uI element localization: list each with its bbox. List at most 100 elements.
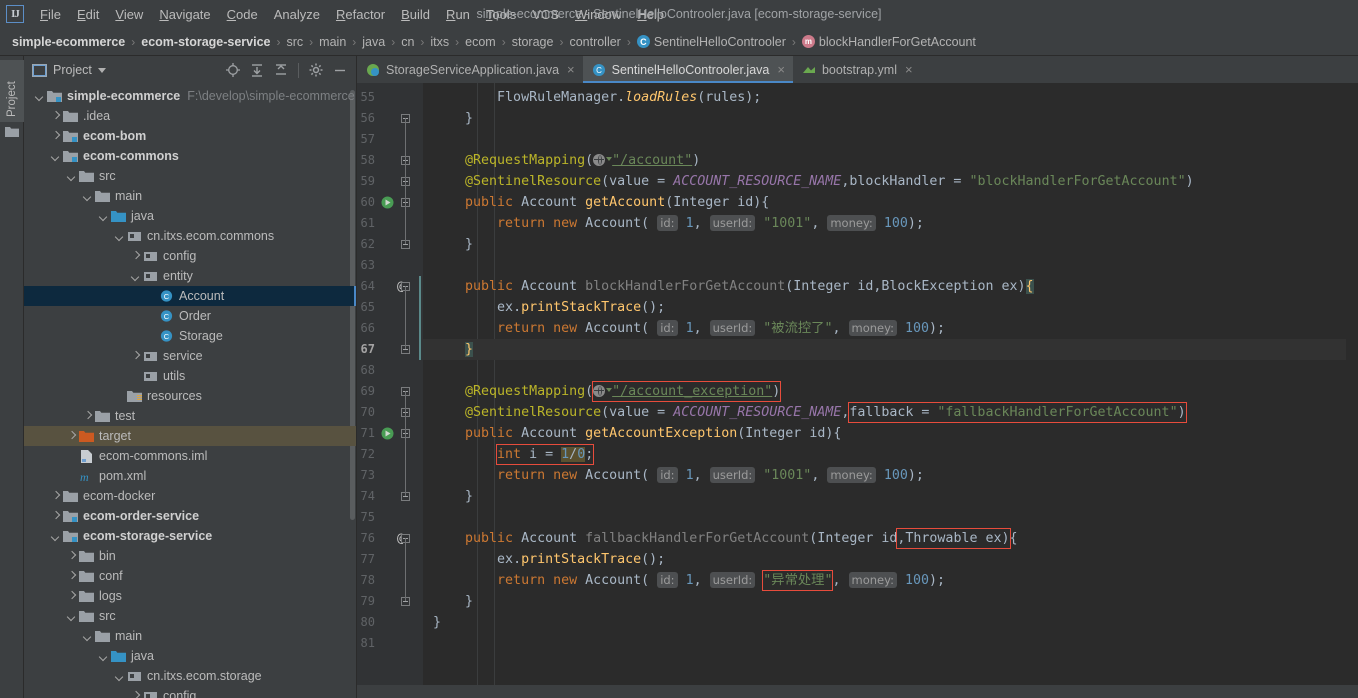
code-line-80[interactable]: } xyxy=(423,612,1358,633)
tree-node-target[interactable]: target xyxy=(24,426,356,446)
tree-node-main[interactable]: main xyxy=(24,626,356,646)
menu-analyze[interactable]: Analyze xyxy=(266,4,328,25)
code-line-65[interactable]: ex.printStackTrace(); xyxy=(423,297,1358,318)
chevron-down-icon[interactable] xyxy=(50,531,61,542)
tree-node-ecom-bom[interactable]: ecom-bom xyxy=(24,126,356,146)
tree-node-service[interactable]: service xyxy=(24,346,356,366)
close-icon[interactable]: × xyxy=(905,62,913,77)
code-line-71[interactable]: public Account getAccountException(Integ… xyxy=(423,423,1358,444)
run-gutter-icon[interactable] xyxy=(381,427,394,440)
tree-node-order[interactable]: C Order xyxy=(24,306,356,326)
tree-node-config[interactable]: config xyxy=(24,246,356,266)
editor-tab-sentinelhellocontrooler-java[interactable]: C SentinelHelloControoler.java × xyxy=(582,56,794,83)
chevron-down-icon[interactable] xyxy=(34,91,45,102)
expand-all-icon[interactable] xyxy=(248,61,266,79)
close-icon[interactable]: × xyxy=(567,62,575,77)
code-line-75[interactable] xyxy=(423,507,1358,528)
code-line-66[interactable]: return new Account( id: 1, userId: "被流控了… xyxy=(423,318,1358,339)
menu-edit[interactable]: Edit xyxy=(69,4,107,25)
chevron-down-icon[interactable] xyxy=(98,211,109,222)
code-line-76[interactable]: public Account fallbackHandlerForGetAcco… xyxy=(423,528,1358,549)
close-icon[interactable]: × xyxy=(777,62,785,77)
chevron-right-icon[interactable] xyxy=(50,111,61,122)
url-link[interactable]: "/account" xyxy=(612,153,692,168)
breadcrumb-item-sentinelhellocontrooler[interactable]: C SentinelHelloControoler xyxy=(636,35,786,49)
menu-window[interactable]: Window xyxy=(567,4,629,25)
tree-node-ecom-commons.iml[interactable]: ecom-commons.iml xyxy=(24,446,356,466)
tree-node-ecom-storage-service[interactable]: ecom-storage-service xyxy=(24,526,356,546)
tree-node-src[interactable]: src xyxy=(24,166,356,186)
code-line-77[interactable]: ex.printStackTrace(); xyxy=(423,549,1358,570)
tree-node-ecom-commons[interactable]: ecom-commons xyxy=(24,146,356,166)
chevron-right-icon[interactable] xyxy=(130,691,141,698)
code-line-72[interactable]: int i = 1/0; xyxy=(423,444,1358,465)
tree-node-ecom-order-service[interactable]: ecom-order-service xyxy=(24,506,356,526)
code-content[interactable]: FlowRuleManager.loadRules(rules); } @Req… xyxy=(423,83,1358,685)
menu-tools[interactable]: Tools xyxy=(478,4,524,25)
tree-node-test[interactable]: test xyxy=(24,406,356,426)
code-line-74[interactable]: } xyxy=(423,486,1358,507)
code-line-79[interactable]: } xyxy=(423,591,1358,612)
code-line-73[interactable]: return new Account( id: 1, userId: "1001… xyxy=(423,465,1358,486)
code-line-68[interactable] xyxy=(423,360,1358,381)
tree-node-entity[interactable]: entity xyxy=(24,266,356,286)
code-line-63[interactable] xyxy=(423,255,1358,276)
breadcrumb-item-simple-ecommerce[interactable]: simple-ecommerce xyxy=(12,35,125,49)
chevron-right-icon[interactable] xyxy=(66,571,77,582)
chevron-down-icon[interactable] xyxy=(82,631,93,642)
code-line-58[interactable]: @RequestMapping("/account") xyxy=(423,150,1358,171)
code-line-57[interactable] xyxy=(423,129,1358,150)
code-editor[interactable]: 55565758596061626364@6566676869707172737… xyxy=(357,83,1358,685)
code-line-61[interactable]: return new Account( id: 1, userId: "1001… xyxy=(423,213,1358,234)
chevron-down-icon[interactable] xyxy=(114,231,125,242)
chevron-right-icon[interactable] xyxy=(82,411,93,422)
menu-run[interactable]: Run xyxy=(438,4,478,25)
gear-icon[interactable] xyxy=(307,61,325,79)
chevron-down-icon[interactable] xyxy=(114,671,125,682)
editor-tab-storageserviceapplication-java[interactable]: StorageServiceApplication.java × xyxy=(357,56,583,83)
breadcrumb-item-src[interactable]: src xyxy=(287,35,304,49)
tree-node-simple-ecommerce[interactable]: simple-ecommerce F:\develop\simple-ecomme… xyxy=(24,86,356,106)
tree-node-resources[interactable]: resources xyxy=(24,386,356,406)
chevron-down-icon[interactable] xyxy=(66,611,77,622)
breadcrumb-item-storage[interactable]: storage xyxy=(512,35,554,49)
chevron-right-icon[interactable] xyxy=(50,491,61,502)
breadcrumb-item-java[interactable]: java xyxy=(362,35,385,49)
menu-help[interactable]: Help xyxy=(629,4,672,25)
chevron-right-icon[interactable] xyxy=(130,351,141,362)
tree-node-main[interactable]: main xyxy=(24,186,356,206)
chevron-right-icon[interactable] xyxy=(66,431,77,442)
code-line-64[interactable]: public Account blockHandlerForGetAccount… xyxy=(423,276,1358,297)
tree-node-src[interactable]: src xyxy=(24,606,356,626)
chevron-down-icon[interactable] xyxy=(66,171,77,182)
menu-view[interactable]: View xyxy=(107,4,151,25)
tree-node-cn.itxs.ecom.storage[interactable]: cn.itxs.ecom.storage xyxy=(24,666,356,686)
breadcrumb-item-itxs[interactable]: itxs xyxy=(430,35,449,49)
chevron-down-icon[interactable] xyxy=(97,67,106,73)
tree-node-storage[interactable]: C Storage xyxy=(24,326,356,346)
tree-node-java[interactable]: java xyxy=(24,646,356,666)
chevron-right-icon[interactable] xyxy=(66,591,77,602)
tree-node-config[interactable]: config xyxy=(24,686,356,698)
minimize-icon[interactable] xyxy=(331,61,349,79)
url-link[interactable]: "/account_exception" xyxy=(612,384,772,399)
tree-node-conf[interactable]: conf xyxy=(24,566,356,586)
tool-window-button-project[interactable]: Project xyxy=(0,60,24,122)
menu-refactor[interactable]: Refactor xyxy=(328,4,393,25)
tree-node-cn.itxs.ecom.commons[interactable]: cn.itxs.ecom.commons xyxy=(24,226,356,246)
fold-gutter[interactable] xyxy=(397,87,419,685)
breadcrumb-item-ecom[interactable]: ecom xyxy=(465,35,496,49)
code-line-62[interactable]: } xyxy=(423,234,1358,255)
tree-node-utils[interactable]: utils xyxy=(24,366,356,386)
code-line-81[interactable] xyxy=(423,633,1358,654)
chevron-down-icon[interactable] xyxy=(50,151,61,162)
chevron-down-icon[interactable] xyxy=(98,651,109,662)
locate-target-icon[interactable] xyxy=(224,61,242,79)
code-line-60[interactable]: public Account getAccount(Integer id){ xyxy=(423,192,1358,213)
code-line-55[interactable]: FlowRuleManager.loadRules(rules); xyxy=(423,87,1358,108)
tree-node-account[interactable]: C Account xyxy=(24,286,356,306)
tree-node-pom.xml[interactable]: m pom.xml xyxy=(24,466,356,486)
menu-navigate[interactable]: Navigate xyxy=(151,4,218,25)
breadcrumb-item-ecom-storage-service[interactable]: ecom-storage-service xyxy=(141,35,270,49)
code-line-56[interactable]: } xyxy=(423,108,1358,129)
